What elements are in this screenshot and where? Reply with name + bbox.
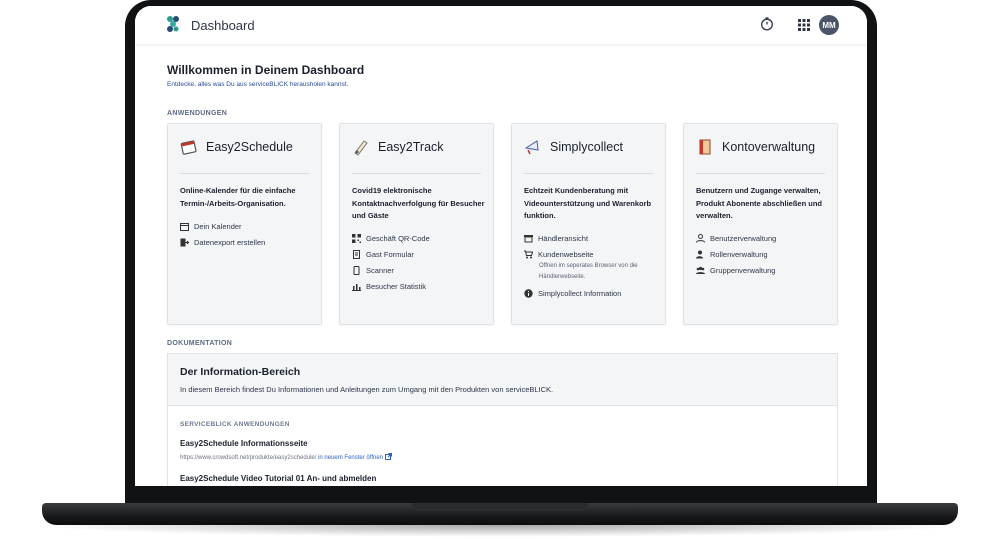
info-icon [524,289,533,298]
link-haendleransicht[interactable]: Händleransicht [524,234,662,243]
link-label: Scanner [366,266,394,275]
doc-item-title: Easy2Schedule Informationsseite [180,439,308,448]
link-kundenwebseite[interactable]: Kundenwebseite [524,250,662,259]
external-link-icon [384,453,392,460]
card-description: Echtzeit Kundenberatung mit Videounterst… [524,186,652,220]
users-icon [696,266,705,274]
link-datenexport[interactable]: Datenexport erstellen [180,238,318,247]
calendar-app-icon [180,140,197,155]
section-label-apps: ANWENDUNGEN [167,110,228,117]
megaphone-app-icon [524,140,539,155]
link-label: Simplycollect Information [538,289,622,298]
app-screen: Dashboard MM Willkommen in Deinem Dashbo… [135,6,867,486]
link-note: Offnen im seperates Browser von die Händ… [539,263,638,280]
card-simplycollect: Simplycollect Echtzeit Kundenberatung mi… [511,123,666,325]
link-label: Dein Kalender [194,222,242,231]
doc-item-title: Easy2Schedule Video Tutorial 01 An- und … [180,474,377,483]
timer-icon[interactable] [760,17,774,31]
link-gast-formular[interactable]: Gast Formular [352,250,490,259]
link-simplycollect-info[interactable]: Simplycollect Information [524,289,662,298]
document-icon [353,250,360,259]
link-gruppenverwaltung[interactable]: Gruppenverwaltung [696,266,834,275]
cart-icon [524,250,533,259]
docs-title: Der Information-Bereich [180,366,301,378]
link-label: Händleransicht [538,234,589,243]
page-title: Dashboard [191,18,255,33]
docs-group-label: SERVICEBLICK ANWENDUNGEN [180,421,290,428]
laptop-notch [412,503,588,511]
link-label: Besucher Statistik [366,282,427,291]
logo-icon[interactable] [165,15,181,33]
link-label: Gast Formular [366,250,414,259]
docs-header: Der Information-Bereich In diesem Bereic… [168,354,837,406]
apps-grid-icon[interactable] [798,19,810,31]
welcome-title: Willkommen in Deinem Dashboard [167,63,365,77]
link-besucher-statistik[interactable]: Besucher Statistik [352,282,490,291]
card-description: Benutzern und Zugange verwalten, Produkt… [696,186,822,220]
card-title[interactable]: Kontoverwaltung [722,140,815,154]
store-icon [524,235,533,243]
doc-item-url: https://www.crowdsoft.net/produkte/easy2… [180,453,392,461]
calendar-icon [180,223,189,231]
card-description: Covid19 elektronische Kontaktnachverfolg… [352,186,485,220]
divider [696,173,825,174]
export-icon [180,238,189,247]
link-benutzerverwaltung[interactable]: Benutzerverwaltung [696,234,834,243]
doc-url-text: https://www.crowdsoft.net/produkte/easy2… [180,455,317,461]
divider [352,173,481,174]
card-kontoverwaltung: Kontoverwaltung Benutzern und Zugange ve… [683,123,838,325]
avatar[interactable]: MM [819,15,839,35]
card-title[interactable]: Easy2Track [378,140,444,154]
link-rollenverwaltung[interactable]: Rollenverwaltung [696,250,834,259]
pen-app-icon [354,140,368,156]
link-label: Rollenverwaltung [710,250,768,259]
book-app-icon [699,139,711,155]
user-icon [696,234,705,243]
top-navbar: Dashboard MM [135,6,867,44]
section-label-docs: DOKUMENTATION [167,340,233,347]
link-label: Datenexport erstellen [194,238,266,247]
card-title[interactable]: Simplycollect [550,140,623,154]
mobile-icon [353,266,360,275]
card-easy2track: Easy2Track Covid19 elektronische Kontakt… [339,123,494,325]
card-easy2schedule: Easy2Schedule Online-Kalender für die ei… [167,123,322,325]
link-label: Geschäft QR-Code [366,234,430,243]
welcome-subtitle: Entdecke, alles was Du aus serviceBLICK … [167,81,349,88]
user-role-icon [696,250,703,259]
qr-code-icon [352,234,361,243]
card-title[interactable]: Easy2Schedule [206,140,293,154]
link-qr-code[interactable]: Geschäft QR-Code [352,234,490,243]
link-label: in neuem Fenster öffnen [318,455,384,461]
link-scanner[interactable]: Scanner [352,266,490,275]
link-label: Benutzerverwaltung [710,234,777,243]
link-label: Kundenwebseite [538,250,594,259]
laptop-mockup: Dashboard MM Willkommen in Deinem Dashbo… [0,0,1000,539]
docs-subtitle: In diesem Bereich findest Du Information… [180,385,554,394]
link-label: Gruppenverwaltung [710,266,776,275]
open-new-window-link[interactable]: in neuem Fenster öffnen [318,453,392,461]
divider [524,173,653,174]
chart-icon [352,284,361,291]
card-description: Online-Kalender für die einfache Termin-… [180,186,296,208]
docs-panel: Der Information-Bereich In diesem Bereic… [167,353,838,486]
divider [180,173,309,174]
link-dein-kalender[interactable]: Dein Kalender [180,222,318,231]
